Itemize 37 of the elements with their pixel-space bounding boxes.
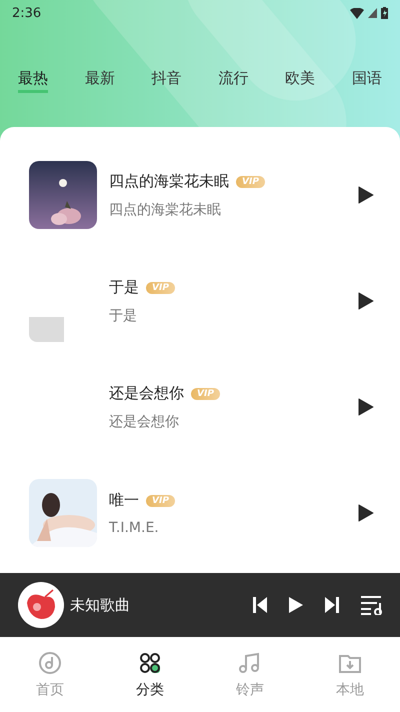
vip-badge: VIP [236, 176, 265, 188]
previous-icon[interactable] [252, 596, 268, 614]
song-title: 唯一 [109, 491, 139, 510]
song-artist: 还是会想你 [109, 412, 180, 430]
vip-badge: VIP [146, 282, 175, 294]
song-artist: 于是 [109, 306, 138, 324]
category-tab[interactable]: 国语 [352, 69, 382, 93]
category-tab[interactable]: 抖音 [152, 69, 182, 93]
play-icon[interactable] [288, 596, 304, 614]
music-disc-icon [38, 650, 62, 674]
battery-icon [381, 7, 388, 19]
music-note-icon [238, 650, 262, 674]
wifi-icon [350, 8, 364, 18]
song-artist: T.I.M.E. [109, 520, 160, 536]
play-icon[interactable] [358, 504, 374, 522]
category-tab[interactable]: 最新 [84, 69, 115, 93]
mini-player[interactable]: 未知歌曲 [0, 573, 400, 637]
now-playing-title: 未知歌曲 [70, 596, 130, 614]
album-icon [17, 581, 65, 629]
next-icon[interactable] [324, 596, 340, 614]
song-artist: 四点的海棠花未眠 [109, 200, 222, 218]
song-title: 还是会想你 [109, 384, 184, 403]
signal-icon [368, 8, 377, 18]
vip-badge: VIP [146, 494, 175, 506]
song-title: 四点的海棠花未眠 [109, 172, 229, 191]
playlist-icon[interactable] [360, 595, 384, 615]
song-title: 于是 [109, 278, 139, 297]
category-tab[interactable]: 流行 [218, 69, 248, 93]
status-time: 2:36 [12, 6, 42, 20]
play-icon[interactable] [358, 186, 374, 204]
category-tab[interactable]: 最热 [18, 69, 48, 93]
nav-tab[interactable]: 分类 [100, 637, 200, 712]
play-icon[interactable] [358, 398, 374, 416]
grid-icon [138, 650, 162, 674]
play-icon[interactable] [358, 292, 374, 310]
category-tab[interactable]: 欧美 [285, 69, 316, 93]
vip-badge: VIP [191, 388, 220, 400]
